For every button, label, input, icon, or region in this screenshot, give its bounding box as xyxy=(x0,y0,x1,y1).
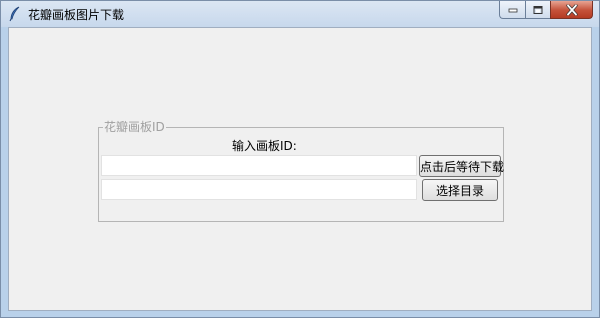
minimize-button[interactable] xyxy=(499,1,525,19)
maximize-button[interactable] xyxy=(525,1,550,19)
directory-input[interactable] xyxy=(101,179,417,200)
client-area: 花瓣画板ID 输入画板ID: 点击后等待下载 选择目录 xyxy=(8,27,592,311)
choose-directory-button[interactable]: 选择目录 xyxy=(422,179,498,201)
close-icon xyxy=(565,4,578,15)
board-id-groupbox: 花瓣画板ID 输入画板ID: 点击后等待下载 选择目录 xyxy=(98,120,504,222)
title-bar[interactable]: 花瓣画板图片下载 xyxy=(1,1,599,27)
minimize-icon xyxy=(508,8,517,12)
window-title: 花瓣画板图片下载 xyxy=(28,8,125,22)
caption-buttons xyxy=(499,1,593,20)
close-button[interactable] xyxy=(550,1,593,19)
download-button[interactable]: 点击后等待下载 xyxy=(419,155,504,177)
groupbox-label: 花瓣画板ID xyxy=(103,120,166,134)
board-id-prompt: 输入画板ID: xyxy=(232,139,297,153)
feather-icon xyxy=(8,6,22,22)
app-window: 花瓣画板图片下载 花瓣画板ID 输入画板ID: 点击后等待下载 选择目录 xyxy=(0,0,600,318)
maximize-icon xyxy=(533,5,543,14)
board-id-input[interactable] xyxy=(101,155,417,176)
